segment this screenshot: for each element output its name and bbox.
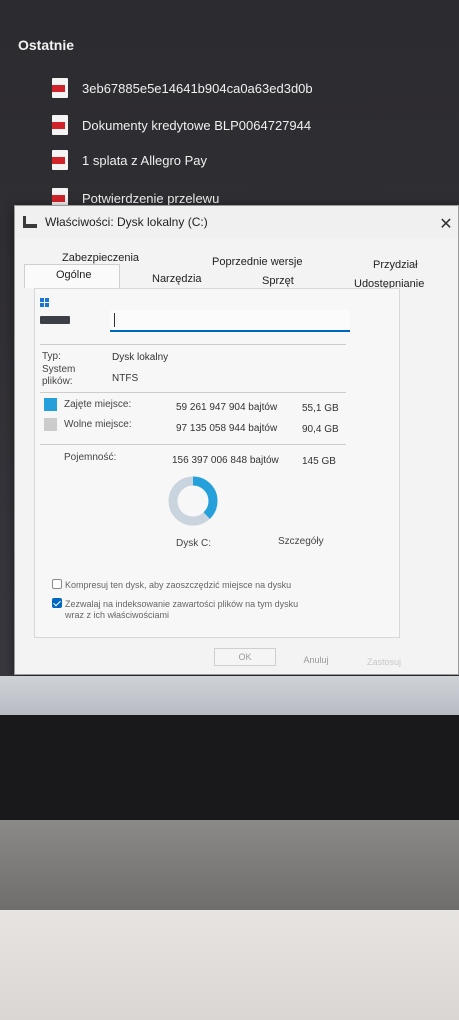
pdf-file-icon [52, 150, 68, 170]
used-space-swatch [44, 398, 57, 411]
pdf-file-icon [52, 115, 68, 135]
dialog-titlebar[interactable]: Właściwości: Dysk lokalny (C:) ✕ [15, 206, 458, 238]
separator [40, 444, 346, 445]
tab-previous-versions[interactable]: Poprzednie wersje [212, 256, 303, 268]
index-label: Zezwalaj na indeksowanie zawartości plik… [65, 599, 299, 609]
free-space-label: Wolne miejsce: [64, 419, 132, 430]
recent-item[interactable]: 3eb67885e5e14641b904ca0a63ed3d0b [52, 77, 313, 99]
tab-quota[interactable]: Przydział [373, 259, 418, 271]
recent-section-title: Ostatnie [18, 37, 75, 53]
index-label-continued: wraz z ich właściwościami [65, 610, 170, 620]
filesystem-label: System plików: [42, 364, 76, 387]
local-disk-icon [40, 298, 70, 326]
tab-general[interactable]: Ogólne [56, 269, 91, 281]
screen-bottom-edge [0, 676, 459, 716]
apply-button[interactable]: Zastosuj [356, 653, 412, 671]
recent-item[interactable]: Dokumenty kredytowe BLP0064727944 [52, 114, 311, 136]
type-value: Dysk lokalny [112, 352, 169, 363]
recent-item-label: Potwierdzenie przelewu [82, 190, 220, 206]
capacity-bytes: 156 397 006 848 bajtów [172, 455, 279, 466]
drive-name-input[interactable] [110, 310, 350, 332]
used-space-size: 55,1 GB [302, 403, 339, 414]
compress-checkbox[interactable] [52, 579, 62, 589]
dialog-title: Właściwości: Dysk lokalny (C:) [45, 215, 208, 229]
pdf-file-icon [52, 78, 68, 98]
recent-item-label: 3eb67885e5e14641b904ca0a63ed3d0b [82, 80, 313, 96]
disk-usage-donut [168, 476, 218, 526]
capacity-size: 145 GB [302, 456, 336, 467]
tab-hardware[interactable]: Sprzęt [262, 275, 294, 287]
used-space-label: Zajęte miejsce: [64, 399, 132, 410]
recent-item-label: 1 splata z Allegro Pay [82, 152, 208, 168]
separator [40, 344, 346, 345]
laptop-bezel [0, 715, 459, 820]
separator [40, 392, 346, 393]
used-space-bytes: 59 261 947 904 bajtów [176, 402, 278, 413]
filesystem-value: NTFS [112, 373, 139, 384]
laptop-hinge [0, 820, 459, 915]
desk-surface [0, 910, 459, 1020]
free-space-bytes: 97 135 058 944 bajtów [176, 423, 278, 434]
free-space-swatch [44, 418, 57, 431]
capacity-label: Pojemność: [64, 452, 117, 463]
type-label: Typ: [42, 351, 61, 362]
text-caret [114, 313, 115, 327]
cancel-button[interactable]: Anuluj [286, 651, 346, 669]
drive-c-label: Dysk C: [176, 538, 211, 549]
drive-icon [23, 216, 37, 228]
tab-security[interactable]: Zabezpieczenia [62, 252, 139, 264]
ok-button[interactable]: OK [214, 648, 276, 666]
tab-tools[interactable]: Narzędzia [152, 273, 202, 285]
free-space-size: 90,4 GB [302, 424, 339, 435]
recent-item[interactable]: 1 splata z Allegro Pay [52, 149, 207, 171]
close-icon[interactable]: ✕ [438, 214, 454, 234]
recent-item-label: Dokumenty kredytowe BLP0064727944 [82, 117, 312, 133]
details-button[interactable]: Szczegóły [278, 536, 324, 547]
compress-label: Kompresuj ten dysk, aby zaoszczędzić mie… [65, 580, 292, 590]
index-checkbox[interactable] [52, 598, 62, 608]
